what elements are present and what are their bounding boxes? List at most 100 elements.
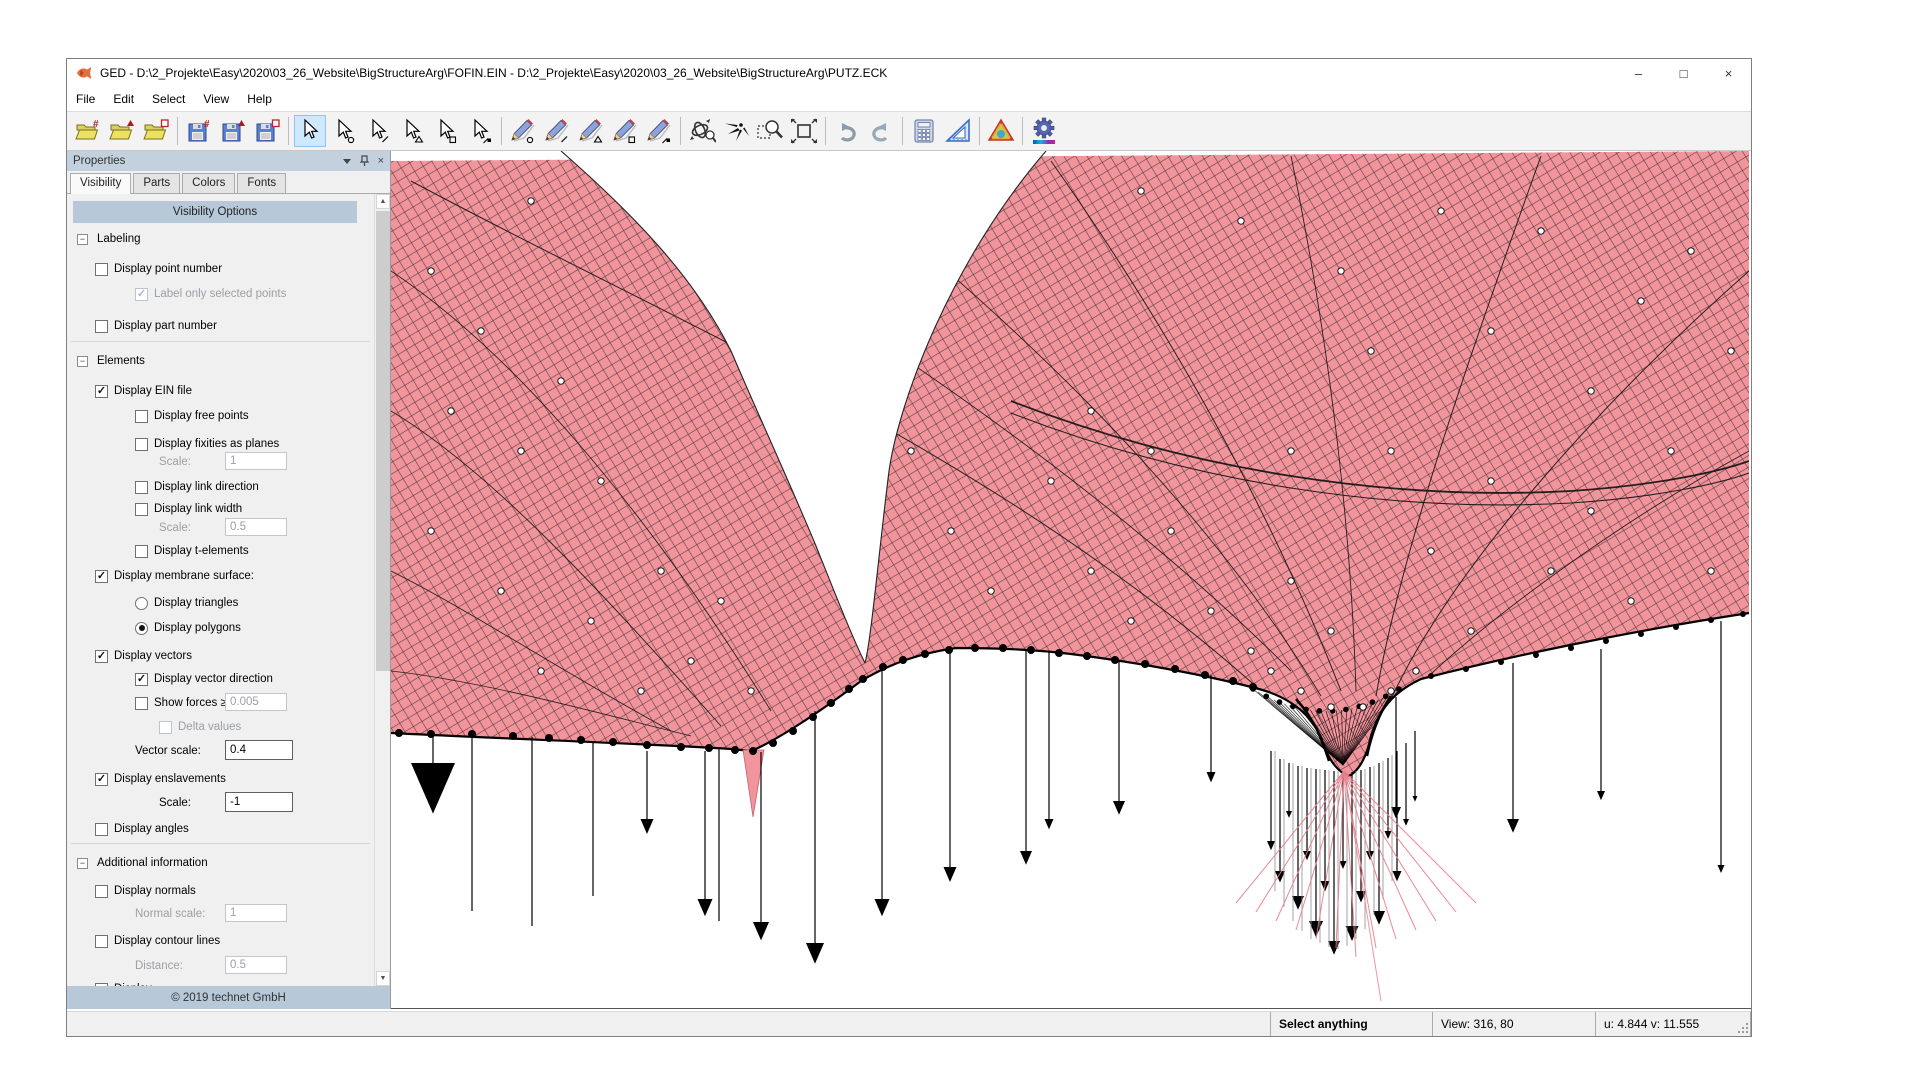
panel-close-icon[interactable]: × [378,156,384,167]
collapse-icon[interactable] [77,234,88,245]
select-links-icon[interactable] [362,115,394,147]
scroll-down-icon[interactable]: ▼ [376,971,390,986]
maximize-button[interactable]: □ [1661,59,1706,87]
checkbox-icon[interactable] [135,503,148,516]
vector-scale-input[interactable] [225,740,293,760]
open-file-square-icon[interactable] [140,115,172,147]
checkbox-icon[interactable] [135,481,148,494]
normal-scale-input[interactable] [225,904,287,922]
radio-display-polygons[interactable]: Display polygons [135,618,241,638]
collapse-icon[interactable] [77,356,88,367]
checkbox-display-normals[interactable]: Display normals [95,881,196,901]
redo-icon[interactable] [865,115,897,147]
checkbox-icon[interactable] [135,697,148,710]
checkbox-icon[interactable] [135,673,148,686]
checkbox-icon[interactable] [95,263,108,276]
save-file-square-icon[interactable] [251,115,283,147]
checkbox-clipped-row[interactable]: Display ... [95,979,165,986]
checkbox-show-forces[interactable]: Show forces ≥ [135,693,227,713]
contour-distance-input[interactable] [225,956,287,974]
link-width-scale-input[interactable] [225,518,287,536]
checkbox-icon[interactable] [135,545,148,558]
group-additional-information[interactable]: Additional information [77,853,208,873]
checkbox-icon[interactable] [135,410,148,423]
menu-help[interactable]: Help [238,89,281,109]
resize-grip[interactable] [1737,1022,1749,1034]
fixities-scale-input[interactable] [225,452,287,470]
checkbox-display-fixities[interactable]: Display fixities as planes [135,434,279,454]
menu-edit[interactable]: Edit [104,89,143,109]
draw-point-icon[interactable] [507,115,539,147]
checkbox-icon[interactable] [95,385,108,398]
menu-file[interactable]: File [67,89,104,109]
checkbox-display-free-points[interactable]: Display free points [135,406,249,426]
select-triangles-icon[interactable] [396,115,428,147]
checkbox-display-enslavements[interactable]: Display enslavements [95,769,226,789]
show-forces-input[interactable] [225,693,287,711]
checkbox-icon[interactable] [95,650,108,663]
checkbox-icon[interactable] [95,823,108,836]
zoom-flash-icon[interactable] [720,115,752,147]
tab-colors[interactable]: Colors [182,173,235,193]
calculator-icon[interactable] [908,115,940,147]
checkbox-icon[interactable] [95,773,108,786]
collapse-icon[interactable] [77,858,88,869]
open-file-triangle-icon[interactable] [106,115,138,147]
settings-gear-icon[interactable] [1028,115,1060,147]
checkbox-display-link-direction[interactable]: Display link direction [135,477,259,497]
checkbox-display-angles[interactable]: Display angles [95,819,189,839]
select-squares-icon[interactable] [430,115,462,147]
menu-view[interactable]: View [194,89,238,109]
tab-visibility[interactable]: Visibility [70,173,131,194]
checkbox-icon[interactable] [95,320,108,333]
checkbox-display-vector-direction[interactable]: Display vector direction [135,669,273,689]
select-points-icon[interactable] [328,115,360,147]
checkbox-display-link-width[interactable]: Display link width [135,499,242,519]
group-labeling[interactable]: Labeling [77,229,140,249]
radio-display-triangles[interactable]: Display triangles [135,593,238,613]
checkbox-display-t-elements[interactable]: Display t-elements [135,541,249,561]
undo-icon[interactable] [831,115,863,147]
enslavements-scale-input[interactable] [225,792,293,812]
select-elements-icon[interactable] [464,115,496,147]
zoom-window-icon[interactable] [754,115,786,147]
zoom-fit-icon[interactable] [788,115,820,147]
checkbox-display-part-number[interactable]: Display part number [95,316,217,336]
checkbox-icon[interactable] [135,288,148,301]
checkbox-label-only-selected[interactable]: Label only selected points [135,284,286,304]
panel-menu-icon[interactable] [343,159,351,164]
checkbox-icon[interactable] [159,721,172,734]
scroll-up-icon[interactable]: ▲ [376,194,390,209]
open-file-hash-icon[interactable]: # [72,115,104,147]
checkbox-display-ein-file[interactable]: Display EIN file [95,381,192,401]
scrollbar-thumb[interactable] [376,211,390,671]
draw-link-icon[interactable] [541,115,573,147]
checkbox-icon[interactable] [135,438,148,451]
tab-parts[interactable]: Parts [133,173,180,193]
measure-icon[interactable] [942,115,974,147]
radio-icon[interactable] [135,622,148,635]
draw-element-icon[interactable] [643,115,675,147]
group-elements[interactable]: Elements [77,351,145,371]
rotate-view-icon[interactable] [686,115,718,147]
fem-view-icon[interactable] [985,115,1017,147]
draw-triangle-icon[interactable] [575,115,607,147]
panel-scrollbar[interactable]: ▲ ▼ [374,194,390,986]
save-file-triangle-icon[interactable] [217,115,249,147]
menu-select[interactable]: Select [143,89,194,109]
radio-icon[interactable] [135,597,148,610]
checkbox-delta-values[interactable]: Delta values [159,717,241,737]
checkbox-icon[interactable] [95,570,108,583]
checkbox-display-contour-lines[interactable]: Display contour lines [95,931,220,951]
tab-fonts[interactable]: Fonts [237,173,286,193]
checkbox-display-vectors[interactable]: Display vectors [95,646,192,666]
close-button[interactable]: × [1706,59,1751,87]
checkbox-display-membrane-surface[interactable]: Display membrane surface: [95,566,254,586]
checkbox-display-point-number[interactable]: Display point number [95,259,222,279]
minimize-button[interactable]: – [1616,59,1661,87]
select-cursor-icon[interactable] [294,115,326,147]
drawing-canvas[interactable] [391,151,1751,1009]
checkbox-icon[interactable] [95,935,108,948]
draw-square-icon[interactable] [609,115,641,147]
checkbox-icon[interactable] [95,885,108,898]
